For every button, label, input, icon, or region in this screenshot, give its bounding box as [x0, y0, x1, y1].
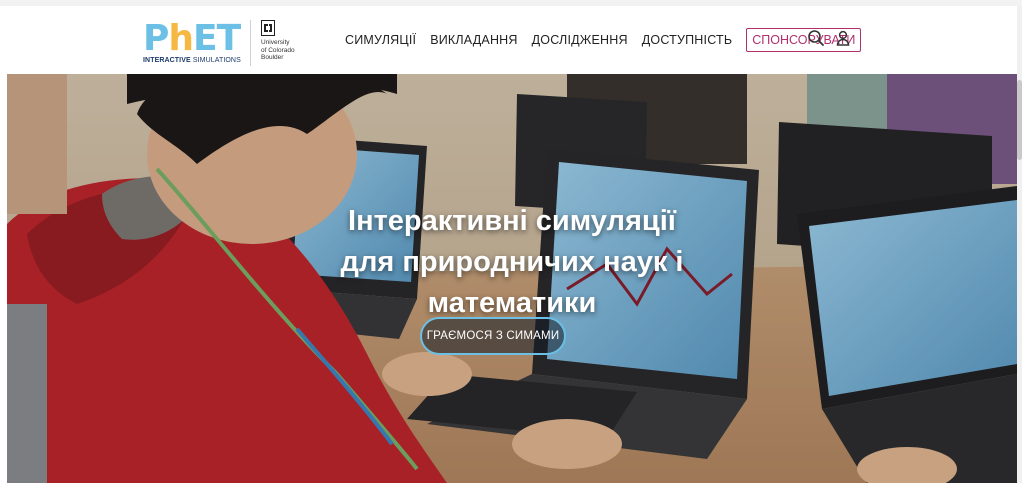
main-nav: СИМУЛЯЦІЇ ВИКЛАДАННЯ ДОСЛІДЖЕННЯ ДОСТУПН… — [345, 6, 862, 74]
scrollbar-thumb[interactable] — [1017, 80, 1022, 160]
hero-title: Інтерактивні симуляції для природничих н… — [340, 205, 684, 319]
nav-item-accessibility[interactable]: ДОСТУПНІСТЬ — [642, 33, 733, 47]
logo-divider — [250, 20, 251, 66]
phet-wordmark: PhET — [143, 18, 241, 59]
nav-item-teaching[interactable]: ВИКЛАДАННЯ — [430, 33, 517, 47]
nav-item-simulations[interactable]: СИМУЛЯЦІЇ — [345, 33, 416, 47]
site-header: PhET INTERACTIVE SIMULATIONS University … — [0, 6, 1017, 74]
phet-wordmark-text: PhET — [143, 18, 241, 59]
nav-item-research[interactable]: ДОСЛІДЖЕННЯ — [532, 33, 628, 47]
play-with-sims-button[interactable]: ГРАЄМОСЯ З СИМАМИ — [420, 317, 566, 355]
page-scrollbar[interactable] — [1017, 6, 1022, 483]
user-icon[interactable] — [833, 28, 853, 48]
hero-banner: Інтерактивні симуляції для природничих н… — [7, 74, 1017, 483]
phet-tagline: INTERACTIVE SIMULATIONS — [143, 57, 241, 64]
search-icon[interactable] — [806, 28, 826, 48]
phet-logo[interactable]: PhET INTERACTIVE SIMULATIONS — [143, 20, 243, 66]
cu-boulder-icon — [261, 20, 275, 36]
university-name: University of Colorado Boulder — [261, 39, 295, 61]
